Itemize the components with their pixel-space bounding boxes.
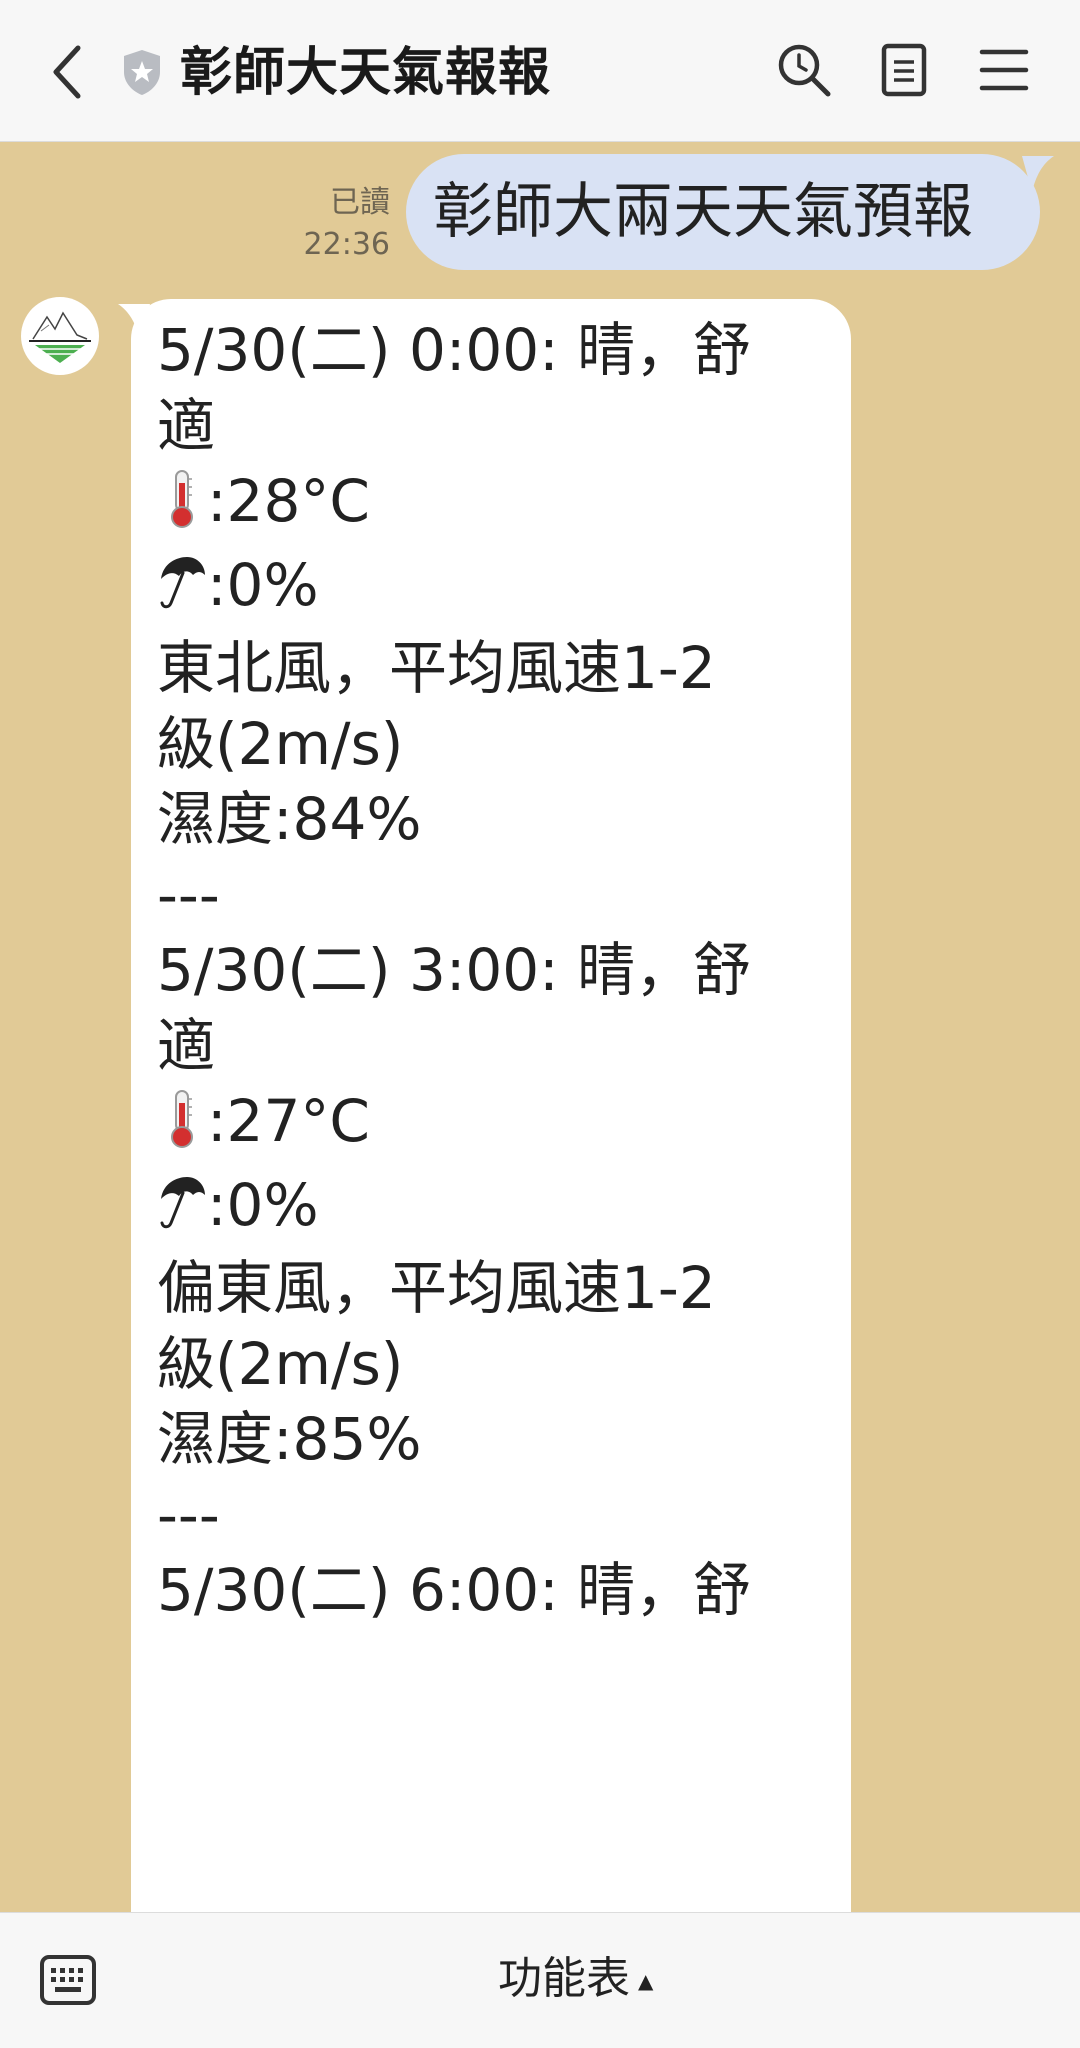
message-line: 5/30(二) 0:00: 晴，舒	[157, 316, 752, 384]
message-line: 偏東風，平均風速1-2	[157, 1254, 716, 1322]
sent-message-bubble[interactable]: 彰師大兩天天氣預報	[406, 154, 1040, 270]
sent-message-text: 彰師大兩天天氣預報	[433, 177, 973, 247]
message-line: 東北風，平均風速1-2	[157, 634, 716, 702]
shield-star-icon	[120, 48, 164, 96]
umbrella-icon	[157, 1173, 207, 1252]
hamburger-icon	[979, 49, 1029, 91]
search-button[interactable]	[772, 38, 836, 102]
message-line: :0%	[157, 1168, 837, 1252]
keyboard-button[interactable]	[38, 1953, 98, 2009]
rich-menu-toggle[interactable]: 功能表 ▲	[498, 1949, 653, 2011]
umbrella-icon	[157, 553, 207, 632]
message-line: 適	[157, 391, 216, 460]
message-line: 5/30(二) 6:00: 晴，舒	[157, 1556, 752, 1624]
temperature-value: :28°C	[207, 467, 370, 535]
thermometer-icon	[157, 1087, 207, 1168]
mountain-logo-icon	[29, 311, 91, 363]
caret-up-icon: ▲	[638, 1969, 654, 1993]
chevron-left-icon	[53, 45, 81, 99]
chat-area[interactable]: 已讀 22:36 彰師大兩天天氣預報 5/30(二) 0:00: 晴，舒 適 :…	[0, 142, 1080, 1912]
chat-header: 彰師大天氣報報	[0, 0, 1080, 142]
chat-title: 彰師大天氣報報	[180, 43, 552, 103]
message-line: 級(2m/s)	[157, 1329, 404, 1398]
read-receipt: 已讀	[330, 185, 390, 220]
temperature-value: :27°C	[207, 1087, 370, 1155]
bottom-bar: 功能表 ▲	[0, 1912, 1080, 2048]
rain-chance-value: :0%	[207, 1170, 319, 1239]
received-message-bubble[interactable]: 5/30(二) 0:00: 晴，舒 適 :28°C :0% 東北風，平均風速1-…	[131, 299, 851, 1912]
message-line: 級(2m/s)	[157, 709, 404, 778]
menu-button[interactable]	[972, 38, 1036, 102]
back-button[interactable]	[44, 40, 100, 104]
search-icon	[778, 44, 831, 97]
message-line: 5/30(二) 3:00: 晴，舒	[157, 936, 752, 1004]
message-meta: 已讀 22:36	[304, 182, 390, 266]
keyboard-icon	[40, 1955, 96, 2005]
message-line: :0%	[157, 548, 837, 632]
separator-line: ---	[157, 1480, 220, 1549]
message-line: 適	[157, 1011, 216, 1080]
message-line: 濕度:84%	[157, 785, 422, 853]
notes-button[interactable]	[872, 38, 936, 102]
received-message-text: 5/30(二) 0:00: 晴，舒 適 :28°C :0% 東北風，平均風速1-…	[157, 313, 837, 1629]
bot-avatar[interactable]	[21, 297, 99, 375]
note-icon	[881, 43, 927, 97]
message-line: :27°C	[157, 1084, 837, 1168]
message-line: :28°C	[157, 464, 837, 548]
rich-menu-label: 功能表	[498, 1953, 630, 2004]
separator-line: ---	[157, 860, 220, 929]
message-time: 22:36	[303, 227, 390, 262]
message-line: 濕度:85%	[157, 1405, 422, 1473]
rain-chance-value: :0%	[207, 550, 319, 619]
thermometer-icon	[157, 467, 207, 548]
